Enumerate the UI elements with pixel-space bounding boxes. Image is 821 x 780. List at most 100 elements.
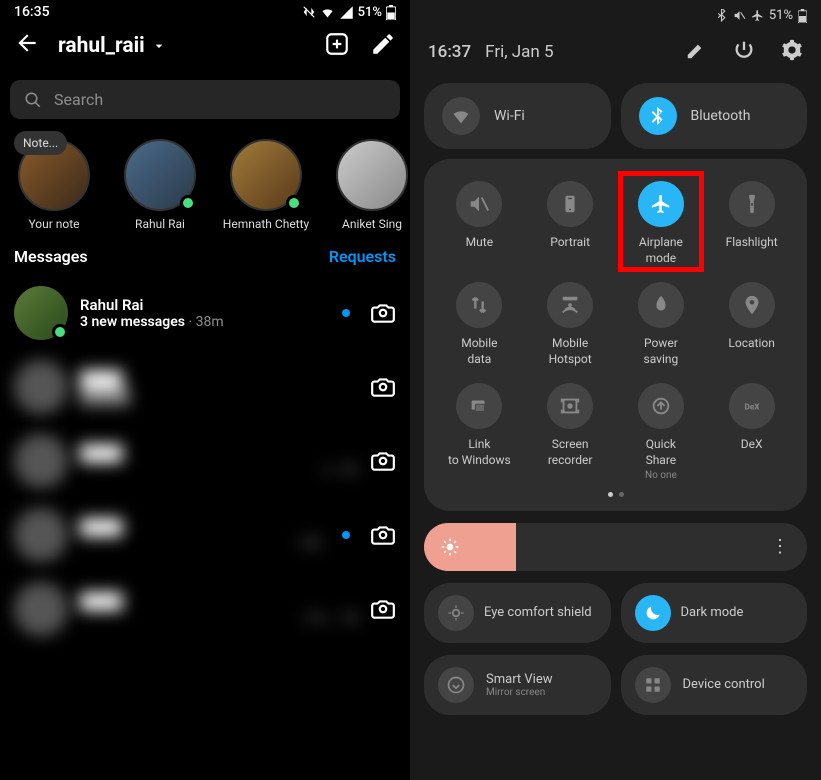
brightness-menu-button[interactable]: ⋮: [771, 536, 791, 557]
status-battery: 51%: [769, 8, 793, 23]
story-item[interactable]: Rahul Rai: [116, 139, 204, 231]
avatar: [336, 139, 408, 211]
compose-button[interactable]: [370, 31, 396, 61]
story-item[interactable]: Aniket Sing: [328, 139, 410, 231]
dex-icon: DeX: [741, 395, 763, 417]
qs-tile-hotspot[interactable]: MobileHotspot: [525, 278, 616, 371]
qs-tile-recorder[interactable]: Screenrecorder: [525, 379, 616, 485]
dark-mode-tile[interactable]: Dark mode: [621, 583, 808, 643]
tab-messages[interactable]: Messages: [14, 247, 88, 266]
flashlight-icon: [741, 193, 763, 215]
qs-label: Mute: [466, 235, 493, 265]
search-input[interactable]: Search: [10, 80, 400, 119]
camera-icon[interactable]: [370, 448, 396, 474]
qs-tile-powersaving[interactable]: Powersaving: [616, 278, 707, 371]
qs-tile-portrait[interactable]: Portrait: [525, 177, 616, 270]
signal-icon: [339, 5, 354, 20]
bluetooth-icon: [647, 105, 669, 127]
eye-comfort-tile[interactable]: Eye comfort shield: [424, 583, 611, 643]
stories-tray[interactable]: Note... Your note Rahul Rai Hemnath Chet…: [0, 127, 410, 239]
qs-tile-mute[interactable]: Mute: [434, 177, 525, 270]
camera-icon[interactable]: [370, 596, 396, 622]
qs-time: 16:37: [428, 42, 471, 62]
tile-label: Wi-Fi: [494, 108, 525, 124]
dm-header: rahul_raii: [0, 20, 410, 72]
settings-button[interactable]: [781, 39, 803, 65]
conversation-time: 6h: [342, 462, 358, 478]
story-label: Rahul Rai: [135, 217, 185, 231]
tab-requests[interactable]: Requests: [329, 247, 396, 266]
wifi-tile[interactable]: Wi-Fi: [424, 83, 611, 149]
online-indicator: [52, 324, 68, 340]
qs-tile-flashlight[interactable]: Flashlight: [706, 177, 797, 270]
qs-tile-quickshare[interactable]: QuickShareNo one: [616, 379, 707, 485]
search-placeholder: Search: [54, 90, 103, 109]
story-label: Aniket Sing: [342, 217, 402, 231]
qs-label: Mobiledata: [461, 336, 497, 367]
story-your-note[interactable]: Note... Your note: [10, 139, 98, 231]
qs-tile-mobiledata[interactable]: Mobiledata: [434, 278, 525, 371]
qs-label: Linkto Windows: [448, 437, 511, 468]
qs-label: MobileHotspot: [549, 336, 592, 367]
mode-tiles: Eye comfort shield Dark mode: [410, 583, 821, 655]
connectivity-tiles: Wi-Fi Bluetooth: [410, 83, 821, 159]
avatar: [14, 582, 68, 636]
powersaving-icon: [650, 294, 672, 316]
conversation-row[interactable]: Rahul Rai 3 new messages · 38m: [0, 276, 410, 350]
qs-date: Fri, Jan 5: [485, 42, 671, 62]
mute-icon: [468, 193, 490, 215]
qs-tile-link[interactable]: Linkto Windows: [434, 379, 525, 485]
cast-icon: [446, 675, 466, 695]
qs-label: Powersaving: [644, 336, 679, 367]
username-label: rahul_raii: [58, 34, 145, 58]
camera-icon[interactable]: [370, 522, 396, 548]
vibrate-icon: [302, 5, 316, 19]
quickshare-icon: [650, 395, 672, 417]
edit-button[interactable]: [685, 39, 707, 65]
svg-text:DeX: DeX: [744, 403, 760, 413]
avatar: [14, 434, 68, 488]
conversation-subtitle: 3 new messages: [80, 314, 185, 330]
back-button[interactable]: [14, 30, 40, 62]
instagram-dm-pane: 16:35 51% rahul_raii Search: [0, 0, 410, 780]
hotspot-icon: [559, 294, 581, 316]
conversation-row[interactable]: ████· 19h: [0, 498, 410, 572]
qs-label: Location: [728, 336, 774, 366]
bluetooth-tile[interactable]: Bluetooth: [621, 83, 808, 149]
status-bar: 51%: [410, 0, 821, 23]
device-control-tile[interactable]: Device control: [621, 655, 808, 715]
mobiledata-icon: [468, 294, 490, 316]
qs-tile-dex[interactable]: DeX DeX: [706, 379, 797, 485]
qs-tile-location[interactable]: Location: [706, 278, 797, 371]
story-item[interactable]: Hemnath Chetty: [222, 139, 310, 231]
avatar: [14, 360, 68, 414]
conversation-time: 19h: [299, 536, 322, 552]
power-button[interactable]: [733, 39, 755, 65]
conversation-row[interactable]: ████e · 6h: [0, 424, 410, 498]
story-label: Hemnath Chetty: [223, 217, 309, 231]
account-switcher[interactable]: rahul_raii: [58, 34, 306, 58]
status-time: 16:35: [14, 4, 50, 20]
conversation-row[interactable]: ████d w… 3d: [0, 572, 410, 646]
qs-label: Flashlight: [726, 235, 778, 265]
note-bubble[interactable]: Note...: [14, 131, 67, 155]
conversation-list[interactable]: Rahul Rai 3 new messages · 38m █████████…: [0, 276, 410, 646]
smart-view-tile[interactable]: Smart View Mirror screen: [424, 655, 611, 715]
search-icon: [24, 91, 42, 109]
camera-icon[interactable]: [370, 300, 396, 326]
bottom-tiles: Smart View Mirror screen Device control: [410, 655, 821, 715]
conversation-time: 3d: [342, 610, 358, 626]
brightness-slider[interactable]: ⋮: [424, 523, 807, 571]
tile-sublabel: Mirror screen: [486, 687, 553, 698]
qs-tile-airplane[interactable]: Airplanemode: [616, 177, 707, 270]
link-icon: [468, 395, 490, 417]
status-battery: 51%: [358, 5, 382, 20]
conversation-row[interactable]: █████████: [0, 350, 410, 424]
unread-indicator: [342, 531, 350, 539]
camera-icon[interactable]: [370, 374, 396, 400]
story-label: Your note: [28, 217, 79, 231]
qs-label: QuickShareNo one: [645, 437, 677, 481]
avatar: [14, 286, 68, 340]
new-video-call-button[interactable]: [324, 31, 350, 61]
qs-label: Screenrecorder: [548, 437, 593, 468]
